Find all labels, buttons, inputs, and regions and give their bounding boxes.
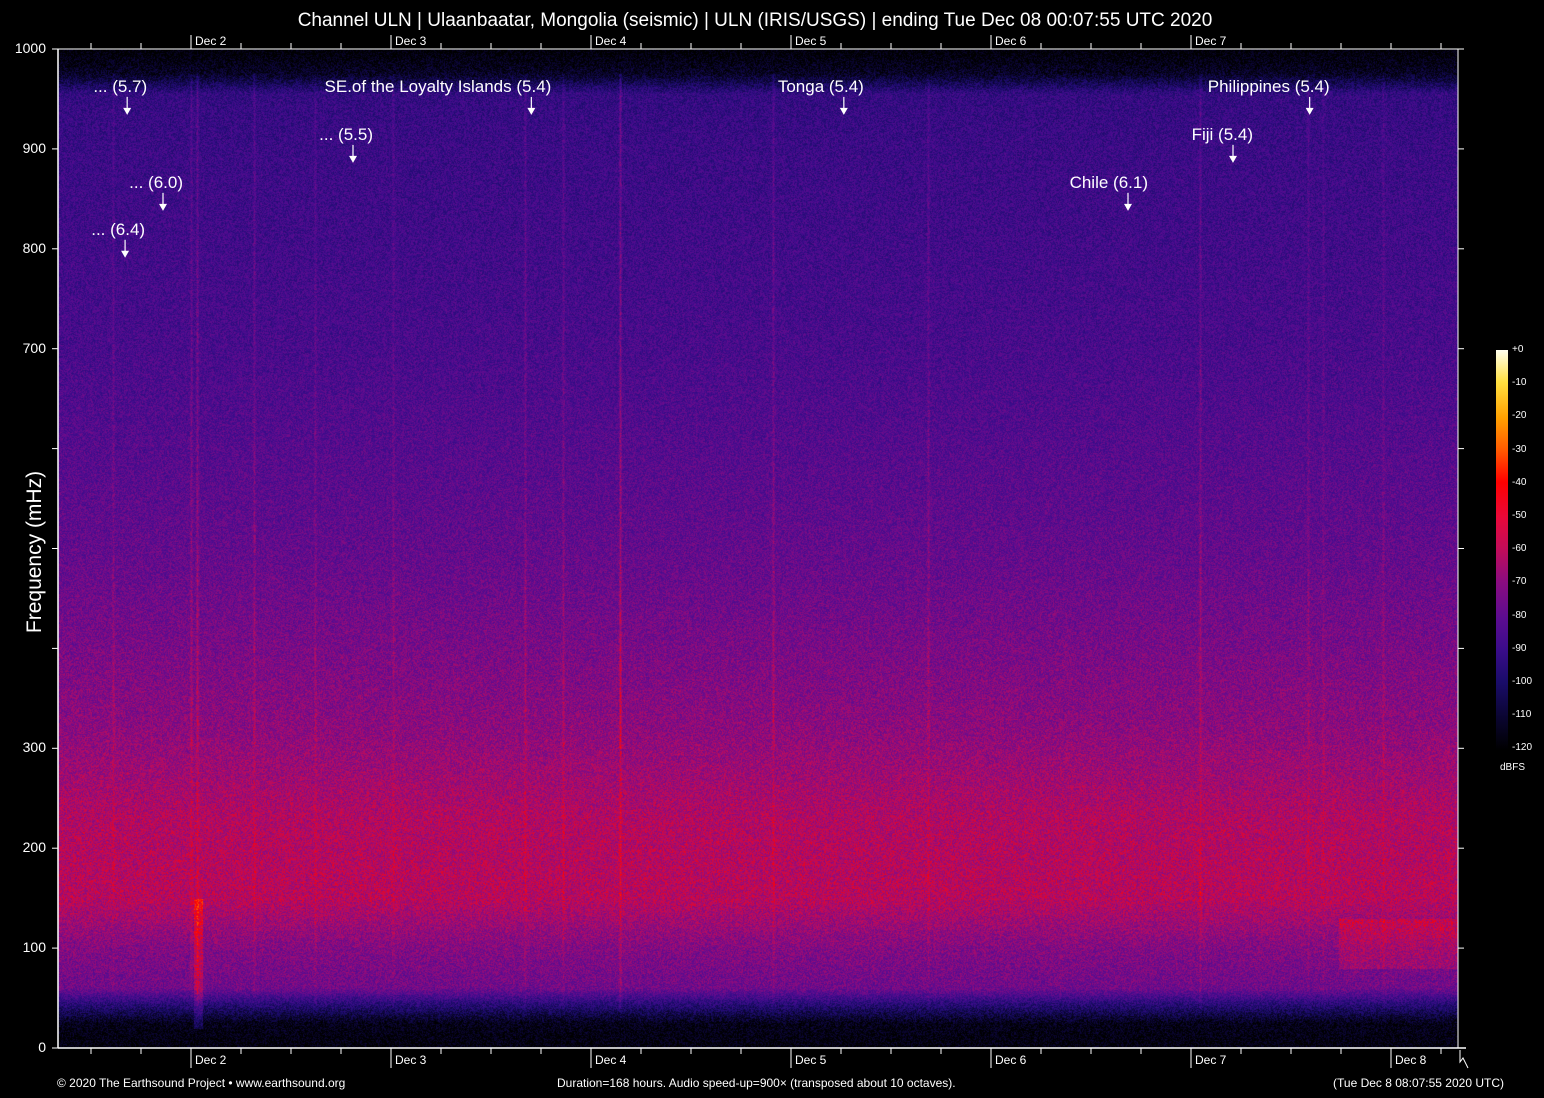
annotation-arrow-head [349, 156, 357, 163]
annotation-arrow-head [1306, 108, 1314, 115]
annotation-arrow-head [121, 251, 129, 258]
y-axis-label: Frequency (mHz) [23, 457, 47, 647]
x-tick-label: Dec 2 [195, 1053, 226, 1067]
event-annotation: Chile (6.1) [768, 173, 1148, 193]
event-annotation: Philippines (5.4) [950, 77, 1330, 97]
copyright: © 2020 The Earthsound Project • www.eart… [57, 1076, 345, 1090]
colorbar-tick-label: -10 [1512, 377, 1526, 388]
cursor-icon [1460, 1050, 1468, 1068]
y-tick-label: 0 [0, 1039, 46, 1055]
x-tick-label-top: Dec 7 [1195, 34, 1226, 48]
annotation-arrow-head [527, 108, 535, 115]
event-annotation: Fiji (5.4) [873, 125, 1253, 145]
colorbar-tick-label: -100 [1512, 676, 1532, 687]
event-annotation: ... (6.0) [0, 173, 183, 193]
colorbar-tick-label: -70 [1512, 576, 1526, 587]
colorbar-unit: dBFS [1500, 762, 1525, 773]
x-tick-label: Dec 5 [795, 1053, 826, 1067]
annotation-arrow-head [1124, 204, 1132, 211]
x-tick-label: Dec 7 [1195, 1053, 1226, 1067]
x-tick-label: Dec 8 [1395, 1053, 1426, 1067]
y-tick-label: 1000 [0, 40, 46, 56]
x-tick-label-top: Dec 3 [395, 34, 426, 48]
event-annotation: ... (5.7) [0, 77, 147, 97]
event-annotation: ... (5.5) [0, 125, 373, 145]
colorbar [1496, 350, 1508, 750]
annotation-arrow-head [123, 108, 131, 115]
colorbar-tick-label: -80 [1512, 610, 1526, 621]
y-tick-label: 200 [0, 839, 46, 855]
colorbar-tick-label: -40 [1512, 477, 1526, 488]
colorbar-tick-label: -30 [1512, 444, 1526, 455]
colorbar-tick-label: -50 [1512, 510, 1526, 521]
y-tick-label: 300 [0, 739, 46, 755]
annotation-arrow-head [840, 108, 848, 115]
event-annotation: Tonga (5.4) [484, 77, 864, 97]
colorbar-tick-label: -20 [1512, 410, 1526, 421]
axes [0, 0, 1544, 1098]
y-tick-label: 800 [0, 240, 46, 256]
annotation-arrow-head [159, 204, 167, 211]
duration-info: Duration=168 hours. Audio speed-up=900× … [557, 1076, 956, 1090]
x-tick-label-top: Dec 4 [595, 34, 626, 48]
timestamp: (Tue Dec 8 08:07:55 2020 UTC) [1333, 1076, 1504, 1090]
colorbar-tick-label: +0 [1512, 344, 1523, 355]
annotation-arrow-head [1229, 156, 1237, 163]
y-tick-label: 100 [0, 939, 46, 955]
y-tick-label: 700 [0, 340, 46, 356]
x-tick-label: Dec 4 [595, 1053, 626, 1067]
x-tick-label: Dec 3 [395, 1053, 426, 1067]
colorbar-tick-label: -60 [1512, 543, 1526, 554]
x-tick-label-top: Dec 5 [795, 34, 826, 48]
event-annotation: ... (6.4) [0, 220, 145, 240]
x-tick-label: Dec 6 [995, 1053, 1026, 1067]
colorbar-tick-label: -110 [1512, 709, 1531, 720]
x-tick-label-top: Dec 2 [195, 34, 226, 48]
colorbar-tick-label: -120 [1512, 742, 1532, 753]
x-tick-label-top: Dec 6 [995, 34, 1026, 48]
colorbar-tick-label: -90 [1512, 643, 1526, 654]
